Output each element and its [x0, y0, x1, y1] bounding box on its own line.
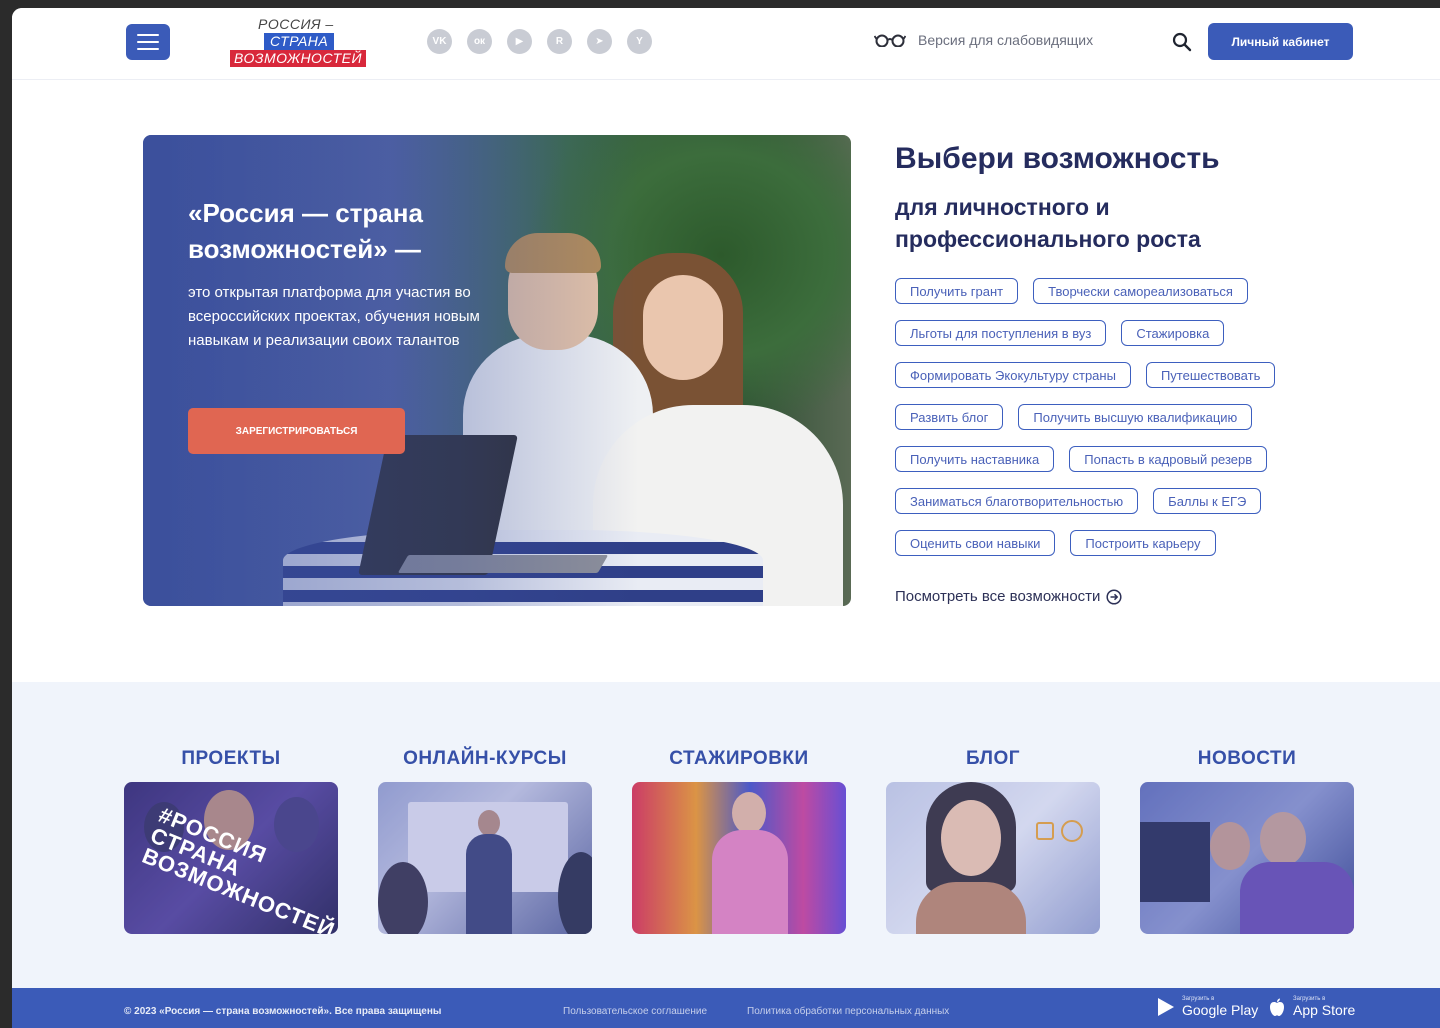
opportunity-tag[interactable]: Путешествовать — [1145, 362, 1276, 388]
category-image-online-courses[interactable] — [378, 782, 592, 934]
app-store-text: Загрузить в App Store — [1293, 996, 1355, 1018]
opportunity-tag[interactable]: Получить наставника — [895, 446, 1055, 472]
youtube-icon[interactable]: ▶ — [507, 29, 532, 54]
category-image-blog[interactable] — [886, 782, 1100, 934]
google-play-label: Google Play — [1182, 1002, 1259, 1018]
opportunities-subtitle: для личностного и профессионального рост… — [895, 194, 1201, 252]
category-image-projects[interactable]: #РОССИЯ СТРАНА ВОЗМОЖНОСТЕЙ — [124, 782, 338, 934]
opportunity-tag[interactable]: Стажировка — [1121, 320, 1225, 346]
menu-line — [137, 41, 159, 43]
opportunity-tag[interactable]: Получить высшую квалификацию — [1018, 404, 1253, 430]
hero-description: это открытая платформа для участия во вс… — [188, 284, 480, 349]
logo-line-2: СТРАНА — [264, 33, 335, 50]
opportunity-tag[interactable]: Попасть в кадровый резерв — [1069, 446, 1268, 472]
telegram-icon[interactable]: ➤ — [587, 29, 612, 54]
glasses-icon — [874, 34, 906, 47]
opportunity-tag[interactable]: Заниматься благотворительностью — [895, 488, 1139, 514]
hamburger-menu-button[interactable] — [126, 24, 170, 60]
arrow-circle-right-icon — [1106, 588, 1122, 605]
category-image-news[interactable] — [1140, 782, 1354, 934]
low-vision-version-link[interactable]: Версия для слабовидящих — [874, 32, 1093, 48]
category-title[interactable]: БЛОГ — [886, 748, 1100, 782]
google-play-icon — [1158, 998, 1174, 1016]
rutube-icon[interactable]: R — [547, 29, 572, 54]
category-title[interactable]: ПРОЕКТЫ — [124, 748, 338, 782]
category-internships: СТАЖИРОВКИ — [632, 748, 846, 934]
category-online-courses: ОНЛАЙН-КУРСЫ — [378, 748, 592, 934]
personal-account-button[interactable]: Личный кабинет — [1208, 23, 1353, 60]
opportunities-title: Выбери возможность — [895, 142, 1220, 175]
opportunity-tags: Получить грант Творчески самореализовать… — [895, 278, 1365, 556]
opportunity-tag[interactable]: Оценить свои навыки — [895, 530, 1056, 556]
apple-icon — [1270, 998, 1284, 1016]
opportunity-tag[interactable]: Баллы к ЕГЭ — [1153, 488, 1262, 514]
ok-icon[interactable]: ок — [467, 29, 492, 54]
category-news: НОВОСТИ — [1140, 748, 1354, 934]
opportunity-tag[interactable]: Получить грант — [895, 278, 1019, 304]
site-footer: © 2023 «Россия — страна возможностей». В… — [12, 988, 1440, 1028]
app-store-badge[interactable]: Загрузить в App Store — [1266, 996, 1355, 1018]
yandex-icon[interactable]: Y — [627, 29, 652, 54]
search-icon[interactable] — [1172, 32, 1192, 52]
browser-window: РОССИЯ – СТРАНА ВОЗМОЖНОСТЕЙ VK ок ▶ R ➤… — [12, 8, 1440, 1028]
hero-title: «Россия — страна возможностей» — — [188, 198, 423, 264]
logo-line-3: ВОЗМОЖНОСТЕЙ — [230, 50, 366, 67]
see-all-label: Посмотреть все возможности — [895, 588, 1101, 605]
opportunity-tag[interactable]: Построить карьеру — [1070, 530, 1216, 556]
opportunity-tag[interactable]: Развить блог — [895, 404, 1004, 430]
image-overlay — [1140, 782, 1354, 934]
see-all-opportunities-link[interactable]: Посмотреть все возможности — [895, 588, 1122, 605]
vk-icon[interactable]: VK — [427, 29, 452, 54]
image-overlay — [632, 782, 846, 934]
user-agreement-link[interactable]: Пользовательское соглашение — [563, 1006, 707, 1017]
register-button[interactable]: ЗАРЕГИСТРИРОВАТЬСЯ — [188, 408, 405, 454]
site-header: РОССИЯ – СТРАНА ВОЗМОЖНОСТЕЙ VK ок ▶ R ➤… — [12, 8, 1440, 80]
copyright-text: © 2023 «Россия — страна возможностей». В… — [124, 1006, 442, 1017]
google-play-text: Загрузить в Google Play — [1182, 996, 1258, 1018]
low-vision-label: Версия для слабовидящих — [918, 32, 1094, 48]
site-logo[interactable]: РОССИЯ – СТРАНА ВОЗМОЖНОСТЕЙ — [230, 16, 366, 70]
google-play-badge[interactable]: Загрузить в Google Play — [1155, 996, 1258, 1018]
menu-line — [137, 48, 159, 50]
opportunity-tag[interactable]: Формировать Экокультуру страны — [895, 362, 1131, 388]
category-title[interactable]: ОНЛАЙН-КУРСЫ — [378, 748, 592, 782]
app-store-label: App Store — [1293, 1002, 1356, 1018]
menu-line — [137, 34, 159, 36]
categories-section: ПРОЕКТЫ #РОССИЯ СТРАНА ВОЗМОЖНОСТЕЙ ОНЛА… — [12, 682, 1440, 988]
opportunity-tag[interactable]: Льготы для поступления в вуз — [895, 320, 1107, 346]
category-blog: БЛОГ — [886, 748, 1100, 934]
category-title[interactable]: СТАЖИРОВКИ — [632, 748, 846, 782]
category-image-internships[interactable] — [632, 782, 846, 934]
hero-banner: «Россия — страна возможностей» — это отк… — [143, 135, 851, 606]
privacy-policy-link[interactable]: Политика обработки персональных данных — [747, 1006, 949, 1017]
category-projects: ПРОЕКТЫ #РОССИЯ СТРАНА ВОЗМОЖНОСТЕЙ — [124, 748, 338, 934]
logo-line-1: РОССИЯ – — [258, 16, 334, 32]
image-overlay — [378, 782, 592, 934]
opportunity-tag[interactable]: Творчески самореализоваться — [1033, 278, 1248, 304]
category-title[interactable]: НОВОСТИ — [1140, 748, 1354, 782]
image-overlay — [886, 782, 1100, 934]
social-links: VK ок ▶ R ➤ Y — [427, 29, 652, 54]
